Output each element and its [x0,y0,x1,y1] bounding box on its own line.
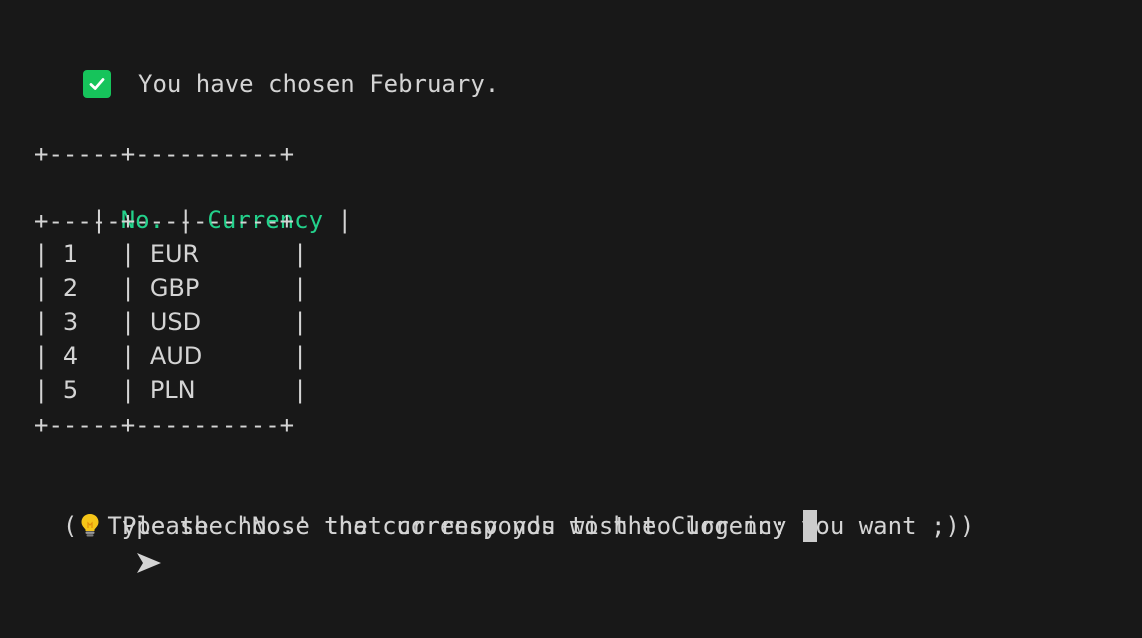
table-border-header: +-----+----------+ [34,207,295,235]
table-border-top: +-----+----------+ [34,140,295,168]
table-row: | 2 | GBP | [34,271,307,305]
row-currency: GBP [149,274,200,302]
status-message: You have chosen February. [138,70,500,98]
hint-line: ( Type the 'No.' that corresponds to the… [34,475,974,540]
text-cursor[interactable] [802,510,817,542]
table-border-bottom: +-----+----------+ [34,411,295,439]
arrow-right-icon [78,515,161,573]
table-row: | 4 | AUD | [34,339,307,373]
row-currency: EUR [149,240,200,268]
row-currency: AUD [149,342,203,370]
row-currency: USD [149,308,202,336]
table-row: | 1 | EUR | [34,237,307,271]
input-prompt[interactable]: Please choose the currency you wish to l… [78,509,817,573]
check-icon [83,70,111,98]
row-no: 3 [62,308,79,336]
table-row: | 3 | USD | [34,305,307,339]
table-row: | 5 | PLN | [34,373,307,407]
prompt-text: Please choose the currency you wish to l… [122,512,787,540]
row-no: 1 [62,240,79,268]
row-no: 2 [62,274,79,302]
row-currency: PLN [149,376,196,404]
table-header-row: | No. | Currency | [91,206,352,234]
row-no: 5 [62,376,79,404]
row-no: 4 [62,342,79,370]
hint-open-paren: ( [62,512,78,540]
